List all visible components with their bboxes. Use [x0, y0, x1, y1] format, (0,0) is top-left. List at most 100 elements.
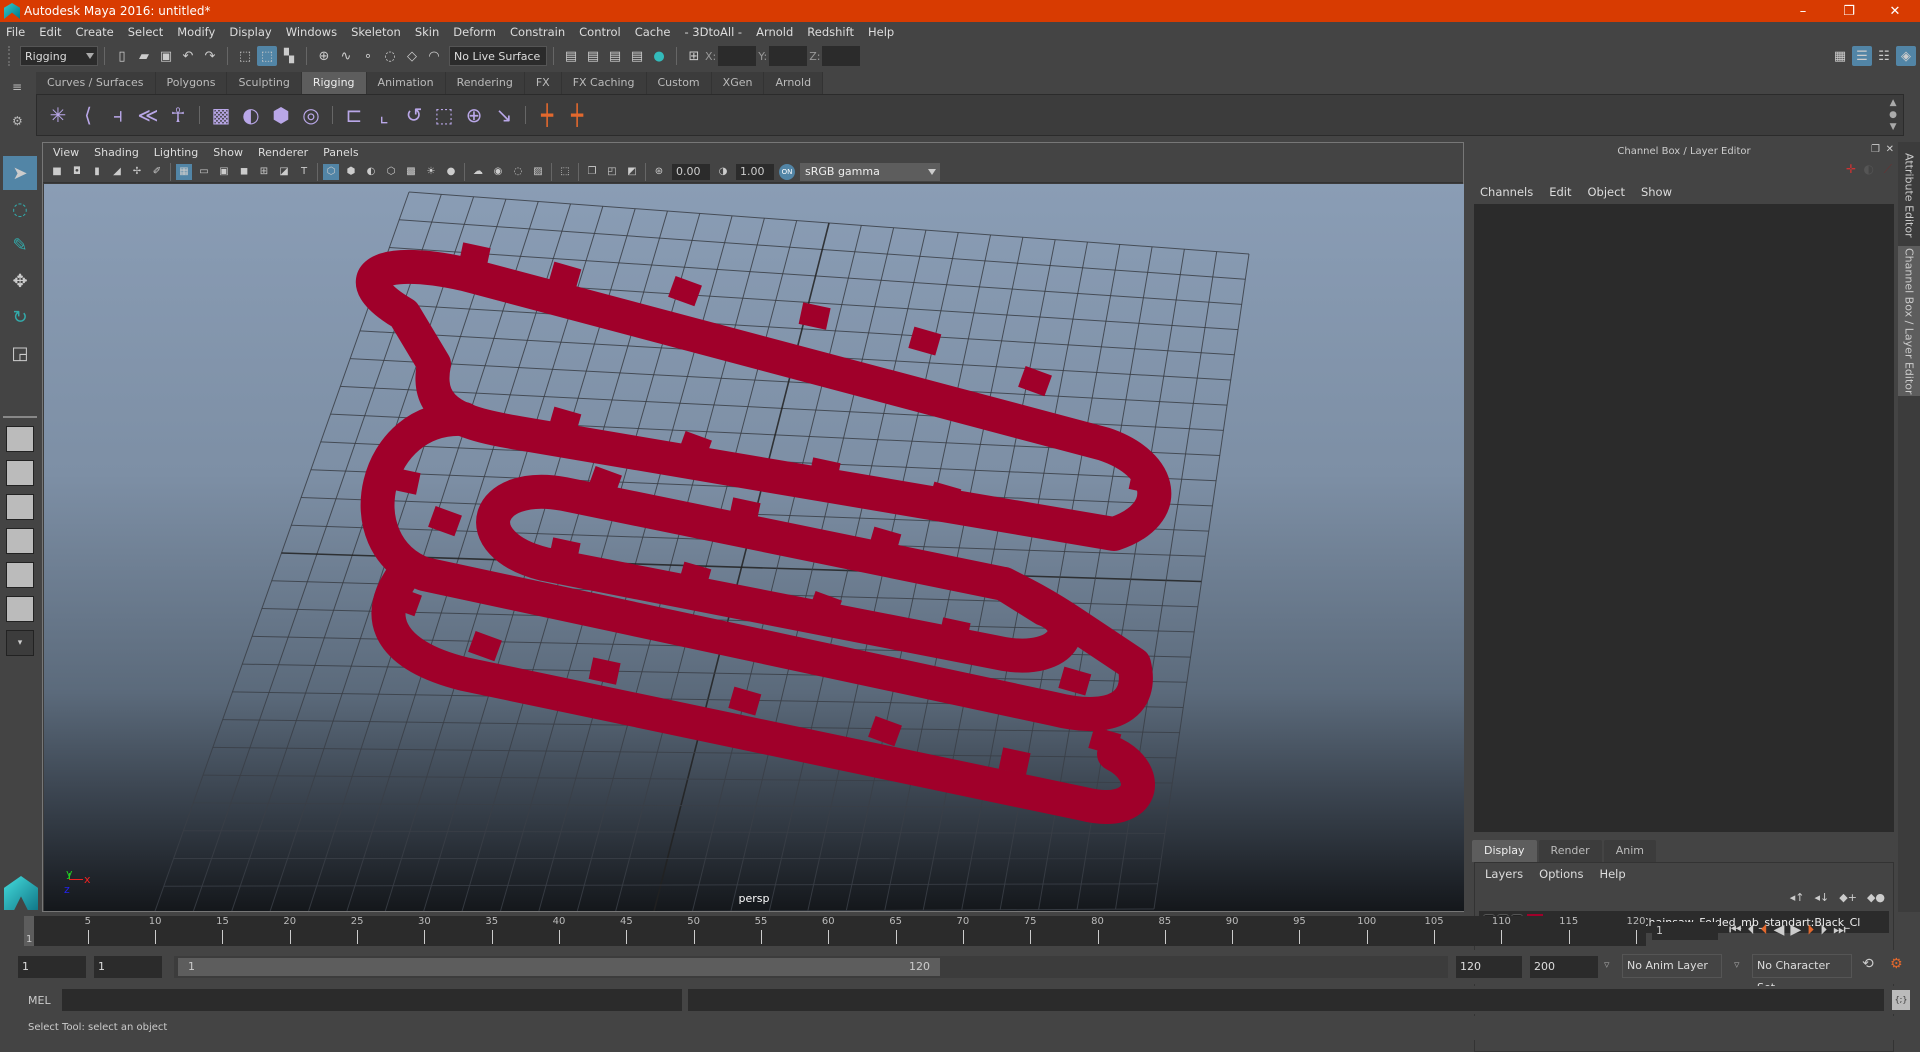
persp-graph-hypergraph-layout-icon[interactable]: [6, 596, 34, 622]
camera-attributes-icon[interactable]: ◘: [69, 164, 85, 180]
menu-skeleton[interactable]: Skeleton: [351, 25, 401, 39]
snap-curve-icon[interactable]: ∿: [336, 46, 356, 66]
shadows-icon[interactable]: ●: [443, 164, 459, 180]
color-space-dropdown[interactable]: sRGB gamma: [800, 163, 940, 181]
side-tab-channel-box[interactable]: Channel Box / Layer Editor: [1898, 246, 1920, 396]
exposure-field[interactable]: 0.00: [672, 164, 710, 180]
shelf-tab-fx-caching[interactable]: FX Caching: [562, 72, 647, 94]
shelf-menu-icon[interactable]: ≡: [12, 80, 22, 94]
range-slider[interactable]: 1 120: [174, 956, 946, 978]
move-layer-up-icon[interactable]: ◂↑: [1790, 891, 1805, 904]
menu-constrain[interactable]: Constrain: [510, 25, 565, 39]
exposure-icon[interactable]: ⊛: [651, 164, 667, 180]
shelf-tab-animation[interactable]: Animation: [367, 72, 446, 94]
le-menu-help[interactable]: Help: [1599, 867, 1625, 881]
z-input[interactable]: [822, 46, 860, 66]
depth-of-field-icon[interactable]: ▨: [530, 164, 546, 180]
shelf-settings-icon[interactable]: ⚙: [12, 114, 23, 128]
render-view-icon[interactable]: ▤: [561, 46, 581, 66]
backface-culling-icon[interactable]: ◩: [624, 164, 640, 180]
screen-space-ao-icon[interactable]: ☁: [470, 164, 486, 180]
menu-modify[interactable]: Modify: [177, 25, 215, 39]
float-panel-icon[interactable]: ❐: [1871, 144, 1880, 155]
manipulator-icon[interactable]: ✛: [1846, 162, 1856, 176]
drag-handle[interactable]: [8, 46, 16, 66]
2d-pan-zoom-icon[interactable]: ✢: [129, 164, 145, 180]
new-empty-layer-icon[interactable]: ◆+: [1839, 891, 1857, 904]
le-menu-layers[interactable]: Layers: [1485, 867, 1523, 881]
persp-outliner-layout-icon[interactable]: [6, 494, 34, 520]
paint-select-tool-icon[interactable]: ✎: [3, 228, 37, 262]
single-perspective-layout-icon[interactable]: [6, 426, 34, 452]
panel-menu-lighting[interactable]: Lighting: [154, 146, 198, 159]
resolution-gate-icon[interactable]: ▣: [216, 164, 232, 180]
playback-end-field[interactable]: 120: [1456, 956, 1522, 978]
field-chart-icon[interactable]: ⊞: [256, 164, 272, 180]
insert-joint-icon[interactable]: ≪: [133, 100, 163, 130]
humanik-icon[interactable]: ☥: [163, 100, 193, 130]
select-hierarchy-icon[interactable]: ⬚: [235, 46, 255, 66]
play-forward-icon[interactable]: ▶: [1790, 922, 1801, 938]
time-slider[interactable]: 1 51015202530354045505560657075808590951…: [24, 916, 1646, 946]
new-scene-icon[interactable]: ▯: [112, 46, 132, 66]
panel-menu-shading[interactable]: Shading: [94, 146, 139, 159]
pole-vector-constraint-icon[interactable]: ↘: [489, 100, 519, 130]
render-settings-icon[interactable]: ▤: [627, 46, 647, 66]
move-tool-icon[interactable]: ✥: [3, 264, 37, 298]
character-set-options-icon[interactable]: ▿: [1734, 958, 1740, 971]
panel-menu-show[interactable]: Show: [213, 146, 243, 159]
playback-start-field[interactable]: 1: [94, 956, 162, 978]
new-layer-selected-icon[interactable]: ◆●: [1867, 891, 1885, 904]
restore-button[interactable]: ❐: [1826, 0, 1872, 22]
save-scene-icon[interactable]: ▣: [156, 46, 176, 66]
step-back-frame-icon[interactable]: ⏴: [1748, 922, 1755, 938]
film-gate-icon[interactable]: ▭: [196, 164, 212, 180]
grid-toggle-icon[interactable]: ▦: [176, 164, 192, 180]
hypershade-layout-icon[interactable]: [6, 562, 34, 588]
xray-icon[interactable]: ⬡: [383, 164, 399, 180]
scale-constraint-icon[interactable]: ⬚: [429, 100, 459, 130]
anim-layer-options-icon[interactable]: ▿: [1604, 958, 1610, 971]
bookmark-icon[interactable]: ▮: [89, 164, 105, 180]
panel-menu-renderer[interactable]: Renderer: [258, 146, 308, 159]
cb-menu-edit[interactable]: Edit: [1549, 185, 1571, 199]
shelf-tab-polygons[interactable]: Polygons: [156, 72, 228, 94]
set-key-icon[interactable]: ┿: [532, 100, 562, 130]
menu-control[interactable]: Control: [579, 25, 621, 39]
animation-preferences-icon[interactable]: ⚙: [1890, 956, 1903, 972]
go-to-start-icon[interactable]: ⏮: [1729, 922, 1742, 938]
cb-menu-channels[interactable]: Channels: [1480, 185, 1533, 199]
le-menu-options[interactable]: Options: [1539, 867, 1583, 881]
play-backward-icon[interactable]: ◀: [1774, 922, 1785, 938]
paint-weights-icon[interactable]: ◐: [236, 100, 266, 130]
menu-file[interactable]: File: [6, 25, 25, 39]
xray-active-icon[interactable]: ◰: [604, 164, 620, 180]
shelf-tab-curves[interactable]: Curves / Surfaces: [36, 72, 156, 94]
step-forward-key-icon[interactable]: ⏵: [1807, 922, 1814, 938]
menu-arnold[interactable]: Arnold: [756, 25, 793, 39]
menuset-dropdown[interactable]: Rigging: [20, 46, 98, 66]
snap-grid-icon[interactable]: ⊕: [314, 46, 334, 66]
four-view-layout-icon[interactable]: [6, 460, 34, 486]
gamma-icon[interactable]: ◑: [715, 164, 731, 180]
attribute-editor-toggle-icon[interactable]: ☰: [1852, 46, 1872, 66]
shelf-tab-rendering[interactable]: Rendering: [446, 72, 525, 94]
command-language-label[interactable]: MEL: [28, 994, 51, 1007]
move-layer-down-icon[interactable]: ◂↓: [1815, 891, 1830, 904]
menu-edit[interactable]: Edit: [39, 25, 61, 39]
cluster-icon[interactable]: ◎: [296, 100, 326, 130]
speed-icon[interactable]: ◐: [1864, 162, 1874, 176]
lattice-icon[interactable]: ⬢: [266, 100, 296, 130]
anim-layer-dropdown[interactable]: No Anim Layer: [1622, 954, 1722, 978]
hypershade-icon[interactable]: ●: [649, 46, 669, 66]
y-input[interactable]: [769, 46, 807, 66]
shelf-tab-fx[interactable]: FX: [525, 72, 562, 94]
shelf-tab-arnold[interactable]: Arnold: [764, 72, 823, 94]
hyperbolic-icon[interactable]: ⟋: [1884, 162, 1892, 177]
step-back-key-icon[interactable]: ⏴: [1761, 922, 1768, 938]
range-slider-fill[interactable]: [178, 958, 940, 976]
close-button[interactable]: ✕: [1872, 0, 1918, 22]
menu-deform[interactable]: Deform: [453, 25, 496, 39]
ipr-render-icon[interactable]: ▤: [605, 46, 625, 66]
scale-tool-icon[interactable]: ◲: [3, 336, 37, 370]
